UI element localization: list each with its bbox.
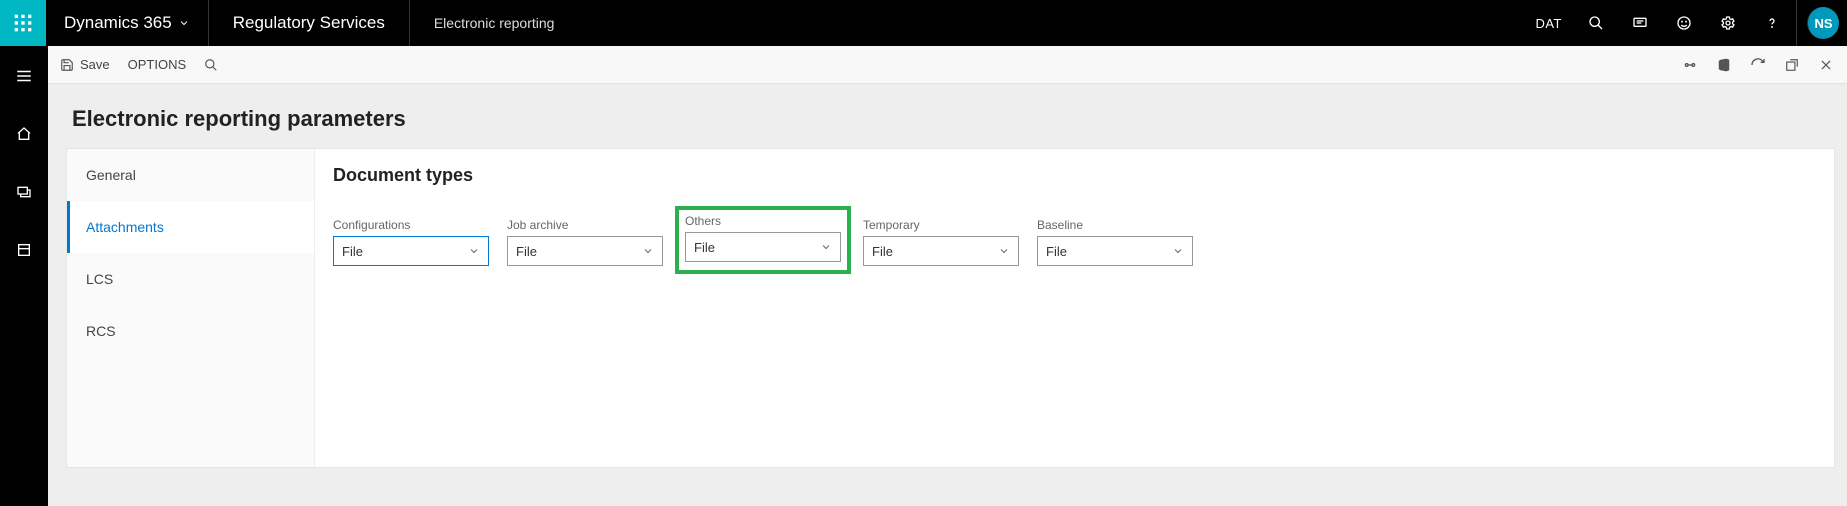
area-breadcrumb[interactable]: Electronic reporting (410, 15, 579, 31)
global-header: Dynamics 365 Regulatory Services Electro… (0, 0, 1847, 46)
nav-rail (0, 46, 48, 506)
save-label: Save (80, 57, 110, 72)
waffle-icon (13, 13, 33, 33)
field-label-configurations: Configurations (333, 218, 489, 232)
select-job-archive[interactable]: File (507, 236, 663, 266)
app-launcher-button[interactable] (0, 0, 46, 46)
select-value: File (872, 244, 893, 259)
company-picker[interactable]: DAT (1525, 16, 1572, 31)
options-button[interactable]: OPTIONS (128, 57, 187, 72)
page-title: Electronic reporting parameters (48, 84, 1847, 148)
gear-icon (1720, 15, 1736, 31)
area-label: Electronic reporting (434, 15, 555, 31)
smile-icon (1676, 15, 1692, 31)
company-label: DAT (1535, 16, 1562, 31)
field-label-baseline: Baseline (1037, 218, 1193, 232)
chevron-down-icon (1172, 245, 1184, 257)
select-baseline[interactable]: File (1037, 236, 1193, 266)
save-icon (60, 58, 74, 72)
side-tabs: General Attachments LCS RCS (67, 149, 315, 467)
tab-lcs[interactable]: LCS (67, 253, 314, 305)
messages-button[interactable] (1620, 0, 1660, 46)
tab-rcs[interactable]: RCS (67, 305, 314, 357)
office-button[interactable] (1715, 56, 1733, 74)
avatar-initials: NS (1814, 16, 1832, 31)
tab-general[interactable]: General (67, 149, 314, 201)
parameters-card: General Attachments LCS RCS Document typ… (66, 148, 1835, 468)
select-others[interactable]: File (685, 232, 841, 262)
field-job-archive: Job archive File (507, 218, 663, 266)
search-icon (204, 58, 218, 72)
hamburger-icon (15, 67, 33, 85)
popout-icon (1785, 58, 1799, 72)
attach-button[interactable] (1681, 56, 1699, 74)
select-value: File (516, 244, 537, 259)
nav-recent-button[interactable] (0, 172, 48, 212)
chevron-down-icon (468, 245, 480, 257)
save-button[interactable]: Save (60, 57, 110, 72)
nav-menu-button[interactable] (0, 56, 48, 96)
user-avatar[interactable]: NS (1807, 7, 1839, 39)
refresh-button[interactable] (1749, 56, 1767, 74)
close-button[interactable] (1817, 56, 1835, 74)
highlight-others: Others File (675, 206, 851, 274)
popout-button[interactable] (1783, 56, 1801, 74)
options-label: OPTIONS (128, 57, 187, 72)
brand-switcher[interactable]: Dynamics 365 (46, 0, 209, 46)
home-icon (16, 126, 32, 142)
module-title: Regulatory Services (209, 0, 410, 46)
field-others: Others File (685, 214, 841, 262)
nav-workspaces-button[interactable] (0, 230, 48, 270)
field-label-others: Others (685, 214, 841, 228)
office-icon (1717, 58, 1731, 72)
section-title: Document types (333, 165, 1816, 186)
chevron-down-icon (178, 17, 190, 29)
select-value: File (694, 240, 715, 255)
actionbar-search-button[interactable] (204, 58, 218, 72)
module-label: Regulatory Services (233, 13, 385, 33)
field-label-temporary: Temporary (863, 218, 1019, 232)
chevron-down-icon (642, 245, 654, 257)
field-configurations: Configurations File (333, 218, 489, 266)
select-configurations[interactable]: File (333, 236, 489, 266)
field-label-job-archive: Job archive (507, 218, 663, 232)
field-baseline: Baseline File (1037, 218, 1193, 266)
action-bar: Save OPTIONS (48, 46, 1847, 84)
nav-home-button[interactable] (0, 114, 48, 154)
brand-label: Dynamics 365 (64, 13, 172, 33)
field-temporary: Temporary File (863, 218, 1019, 266)
workspace-icon (16, 242, 32, 258)
link-icon (1682, 57, 1698, 73)
chevron-down-icon (998, 245, 1010, 257)
help-icon (1764, 15, 1780, 31)
message-icon (1632, 15, 1648, 31)
tab-attachments[interactable]: Attachments (67, 201, 314, 253)
refresh-icon (1750, 57, 1766, 73)
recent-icon (16, 184, 32, 200)
feedback-button[interactable] (1664, 0, 1704, 46)
search-icon (1588, 15, 1604, 31)
select-value: File (342, 244, 363, 259)
help-button[interactable] (1752, 0, 1792, 46)
chevron-down-icon (820, 241, 832, 253)
close-icon (1819, 58, 1833, 72)
pane-attachments: Document types Configurations File (315, 149, 1834, 467)
select-temporary[interactable]: File (863, 236, 1019, 266)
settings-button[interactable] (1708, 0, 1748, 46)
select-value: File (1046, 244, 1067, 259)
search-button[interactable] (1576, 0, 1616, 46)
